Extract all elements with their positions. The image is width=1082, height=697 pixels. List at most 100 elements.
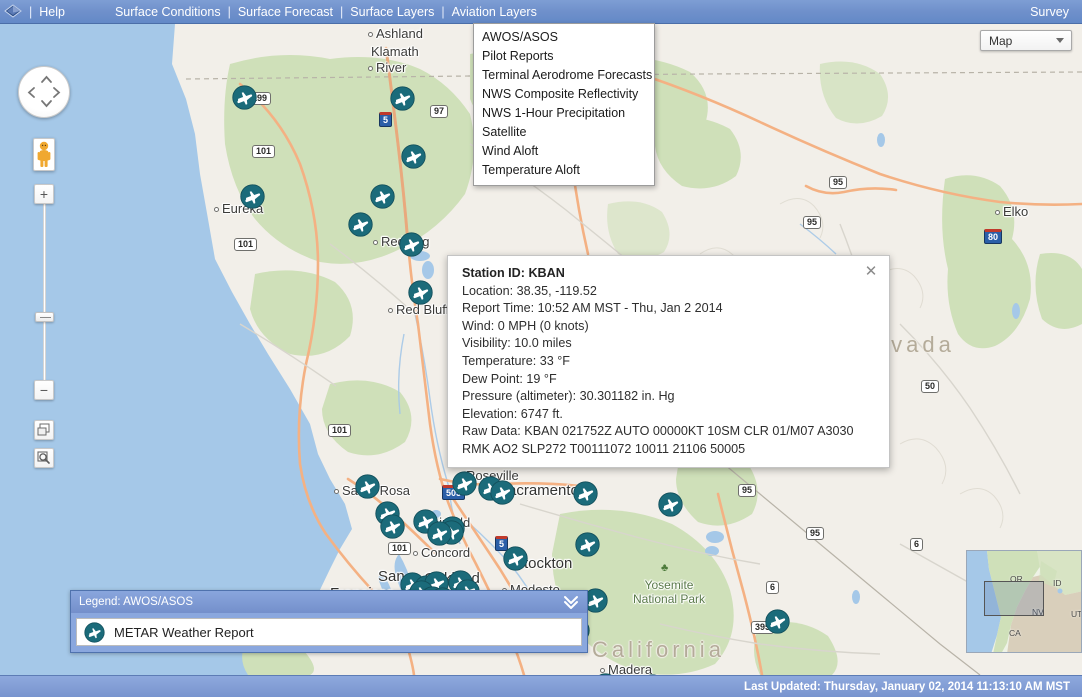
map-city-dot [334,489,339,494]
street-view-pegman-icon[interactable] [33,138,55,171]
nav-link-survey[interactable]: Survey [1027,5,1072,19]
highway-shield: 97 [430,105,449,118]
nav-separator-3: | [441,4,445,19]
dropdown-item-awos-asos[interactable]: AWOS/ASOS [474,28,654,47]
pan-control[interactable] [18,66,70,118]
park-tree-icon: ♣ [661,562,669,574]
airport-marker-icon[interactable] [348,212,373,237]
map-city-dot [368,66,373,71]
overview-window-icon[interactable] [34,420,54,440]
popup-raw-data: Raw Data: KBAN 021752Z AUTO 00000KT 10SM… [462,424,854,456]
pan-left-icon[interactable] [27,86,36,101]
legend-title: Legend: AWOS/ASOS [79,596,193,608]
dropdown-item-wind-aloft[interactable]: Wind Aloft [474,142,654,161]
popup-location: Location: 38.35, -119.52 [462,283,597,298]
airport-marker-icon[interactable] [380,514,405,539]
nav-separator-1: | [227,4,231,19]
popup-visibility: Visibility: 10.0 miles [462,336,572,351]
minimap-viewport-rect[interactable] [984,581,1044,616]
popup-station-id: Station ID: KBAN [462,266,565,280]
airport-marker-icon[interactable] [401,144,426,169]
map-city-dot [373,240,378,245]
pan-right-icon[interactable] [52,86,61,101]
legend-body: METAR Weather Report [71,613,587,652]
aviation-weather-map-app: | Help Surface Conditions | Surface Fore… [0,0,1082,697]
double-chevron-down-icon[interactable] [561,592,581,612]
chevron-down-icon [1056,38,1064,43]
airport-marker-icon[interactable] [232,85,257,110]
highway-shield: 6 [910,538,924,551]
dropdown-item-satellite[interactable]: Satellite [474,123,654,142]
highway-shield: 50 [921,380,940,393]
airport-marker-icon[interactable] [575,532,600,557]
highway-shield: 6 [766,581,780,594]
airport-marker-icon[interactable] [573,481,598,506]
airport-marker-icon[interactable] [427,521,452,546]
airport-marker-icon[interactable] [658,492,683,517]
airport-marker-icon[interactable] [503,546,528,571]
airport-marker-icon[interactable] [490,480,515,505]
overview-minimap[interactable]: OR ID NV UT CA [966,550,1082,653]
airport-marker-icon[interactable] [765,609,790,634]
legend-panel: Legend: AWOS/ASOS METAR Weather Report [70,590,588,653]
popup-elevation: Elevation: 6747 ft. [462,406,563,421]
popup-report-time: Report Time: 10:52 AM MST - Thu, Jan 2 2… [462,301,723,316]
airport-marker-icon[interactable] [452,471,477,496]
highway-shield: 101 [252,145,276,158]
airport-marker-icon [84,621,105,643]
zoom-slider-track[interactable] [43,186,46,394]
airport-marker-icon[interactable] [390,86,415,111]
highway-shield: 95 [803,216,822,229]
highway-shield: 101 [234,238,258,251]
airport-marker-icon[interactable] [370,184,395,209]
popup-wind: Wind: 0 MPH (0 knots) [462,318,589,333]
highway-shield: 101 [388,542,412,555]
status-bar: Last Updated: Thursday, January 02, 2014… [0,675,1082,697]
airport-marker-icon[interactable] [408,280,433,305]
legend-header: Legend: AWOS/ASOS [71,591,587,613]
nav-link-aviation-layers[interactable]: Aviation Layers [449,5,540,19]
dropdown-item-nws-reflectivity[interactable]: NWS Composite Reflectivity [474,85,654,104]
dropdown-item-taf[interactable]: Terminal Aerodrome Forecasts [474,66,654,85]
highway-shield: 95 [829,176,848,189]
station-info-popup: ✕ Station ID: KBAN Location: 38.35, -119… [447,255,890,468]
popup-dew-point: Dew Point: 19 °F [462,371,557,386]
nav-link-surface-conditions[interactable]: Surface Conditions [112,5,224,19]
nav-separator-2: | [340,4,344,19]
highway-shield: 80 [984,229,1003,244]
popup-pressure: Pressure (altimeter): 30.301182 in. Hg [462,389,675,404]
nav-link-surface-layers[interactable]: Surface Layers [347,5,437,19]
pan-up-icon[interactable] [40,74,53,86]
zoom-out-button[interactable]: − [34,380,54,400]
highway-shield: 5 [379,112,393,127]
close-icon[interactable]: ✕ [863,264,879,280]
aviation-layers-dropdown-menu[interactable]: AWOS/ASOS Pilot Reports Terminal Aerodro… [473,23,655,186]
zoom-box-magnifier-icon[interactable] [34,448,54,468]
dropdown-item-nws-precipitation[interactable]: NWS 1-Hour Precipitation [474,104,654,123]
airport-marker-icon[interactable] [399,232,424,257]
map-city-dot [388,308,393,313]
map-city-dot [214,207,219,212]
popup-temperature: Temperature: 33 °F [462,353,570,368]
airport-marker-icon[interactable] [240,184,265,209]
map-type-label: Map [989,33,1013,48]
legend-entry-metar[interactable]: METAR Weather Report [76,618,582,646]
legend-entry-label: METAR Weather Report [114,624,254,640]
zoom-in-button[interactable]: + [34,184,54,204]
nav-link-help[interactable]: Help [36,5,68,19]
airport-marker-icon[interactable] [355,474,380,499]
nav-link-surface-forecast[interactable]: Surface Forecast [235,5,336,19]
diamond-logo-icon [3,2,23,22]
highway-shield: 95 [806,527,825,540]
map-city-dot [413,551,418,556]
zoom-slider-thumb[interactable] [35,312,54,322]
highway-shield: 95 [738,484,757,497]
dropdown-item-pilot-reports[interactable]: Pilot Reports [474,47,654,66]
highway-shield: 101 [328,424,352,437]
map-city-dot [995,210,1000,215]
dropdown-item-temperature-aloft[interactable]: Temperature Aloft [474,161,654,180]
map-city-dot [368,32,373,37]
top-navigation-bar: | Help Surface Conditions | Surface Fore… [0,0,1082,24]
map-type-select[interactable]: Map [980,30,1072,51]
nav-separator-0: | [29,4,33,19]
